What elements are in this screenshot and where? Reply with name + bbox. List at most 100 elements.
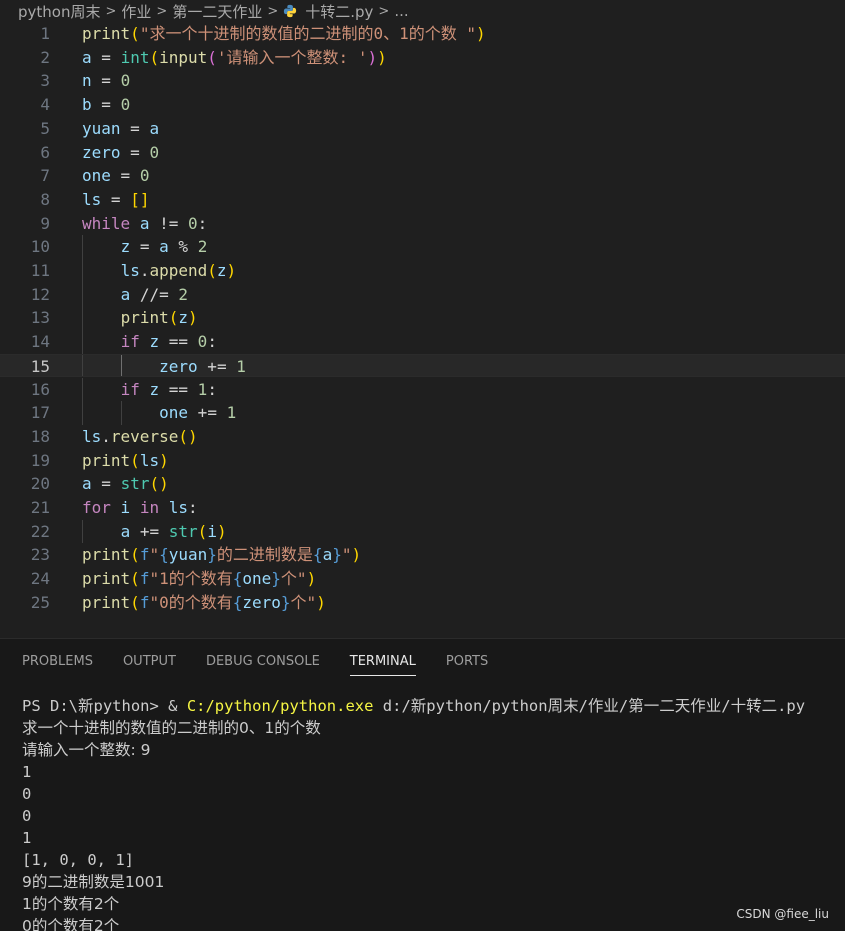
terminal-prompt: PS D:\新python> &: [22, 697, 187, 715]
breadcrumb-item-folder[interactable]: python周末: [18, 1, 100, 22]
code-text: zero += 1: [159, 356, 246, 376]
code-text: ls.reverse(): [82, 426, 198, 446]
chevron-right-icon: >: [378, 3, 390, 19]
breadcrumb-item-folder[interactable]: 第一二天作业: [172, 1, 262, 22]
chevron-right-icon: >: [105, 3, 117, 19]
line-number[interactable]: 1: [0, 22, 50, 46]
breadcrumb-item-file[interactable]: 十转二.py: [305, 1, 373, 22]
code-line[interactable]: 1 print("求一个十进制的数值的二进制的0、1的个数 "): [0, 22, 845, 46]
code-line[interactable]: 17 one += 1: [0, 401, 845, 425]
code-line[interactable]: 3 n = 0: [0, 69, 845, 93]
code-text: b = 0: [82, 95, 131, 115]
code-line[interactable]: 7 one = 0: [0, 164, 845, 188]
terminal-line: [1, 0, 0, 1]: [22, 851, 134, 869]
terminal-line: 1的个数有2个: [22, 895, 120, 913]
terminal-exe-path: C:/python/python.exe: [186, 697, 374, 715]
code-line[interactable]: 15 zero += 1: [0, 353, 845, 379]
line-number[interactable]: 4: [0, 93, 50, 117]
terminal-output[interactable]: PS D:\新python> & C:/python/python.exe d:…: [22, 695, 842, 931]
code-text: a //= 2: [120, 284, 189, 304]
line-number[interactable]: 9: [0, 212, 50, 236]
code-text: a = int(input('请输入一个整数: ')): [82, 47, 387, 67]
watermark: CSDN @fiee_liu: [736, 907, 829, 921]
code-line[interactable]: 25 print(f"0的个数有{zero}个"): [0, 591, 845, 615]
terminal-line: 请输入一个整数: 9: [22, 741, 151, 759]
code-text: a = str(): [82, 474, 169, 494]
code-line[interactable]: 18 ls.reverse(): [0, 425, 845, 449]
code-text: print(f"0的个数有{zero}个"): [82, 592, 326, 612]
line-number[interactable]: 6: [0, 141, 50, 165]
code-editor[interactable]: 1 print("求一个十进制的数值的二进制的0、1的个数 ") 2 a = int(…: [0, 22, 845, 638]
line-number[interactable]: 19: [0, 449, 50, 473]
code-text: if z == 1:: [120, 379, 217, 399]
chevron-right-icon: >: [156, 3, 168, 19]
line-number[interactable]: 13: [0, 306, 50, 330]
code-line[interactable]: 16 if z == 1:: [0, 377, 845, 402]
code-text: one = 0: [82, 166, 150, 186]
code-line[interactable]: 12 a //= 2: [0, 282, 845, 307]
line-number[interactable]: 17: [0, 401, 50, 425]
line-number[interactable]: 7: [0, 164, 50, 188]
code-line[interactable]: 14 if z == 0:: [0, 330, 845, 354]
code-line[interactable]: 22 a += str(i): [0, 519, 845, 544]
code-line[interactable]: 19 print(ls): [0, 449, 845, 473]
line-number[interactable]: 3: [0, 69, 50, 93]
line-number[interactable]: 10: [0, 235, 50, 259]
code-text: one += 1: [159, 403, 237, 423]
line-number[interactable]: 20: [0, 472, 50, 496]
breadcrumb: python周末 > 作业 > 第一二天作业 > 十转二.py > ...: [0, 0, 845, 22]
line-number[interactable]: 5: [0, 117, 50, 141]
bottom-panel: PROBLEMS OUTPUT DEBUG CONSOLE TERMINAL P…: [0, 638, 845, 931]
code-line[interactable]: 11 ls.append(z): [0, 259, 845, 283]
line-number[interactable]: 2: [0, 46, 50, 70]
code-line[interactable]: 6 zero = 0: [0, 141, 845, 165]
terminal-command-line: PS D:\新python> & C:/python/python.exe d:…: [22, 695, 842, 717]
code-line[interactable]: 9 while a != 0:: [0, 212, 845, 236]
code-text: print(ls): [82, 450, 169, 470]
code-text: while a != 0:: [82, 213, 208, 233]
code-line[interactable]: 2 a = int(input('请输入一个整数: ')): [0, 46, 845, 70]
code-text: for i in ls:: [82, 498, 198, 517]
line-number[interactable]: 18: [0, 425, 50, 449]
terminal-line: 0: [22, 807, 32, 825]
breadcrumb-item-folder[interactable]: 作业: [121, 1, 151, 22]
code-line[interactable]: 20 a = str(): [0, 472, 845, 496]
code-text: z = a % 2: [120, 237, 208, 257]
line-number[interactable]: 16: [0, 378, 50, 402]
line-number[interactable]: 8: [0, 188, 50, 212]
code-text: yuan = a: [82, 118, 160, 138]
code-line[interactable]: 21 for i in ls:: [0, 496, 845, 520]
code-line[interactable]: 13 print(z): [0, 306, 845, 331]
line-number[interactable]: 23: [0, 543, 50, 567]
code-text: n = 0: [82, 71, 131, 91]
terminal-line: 0的个数有2个: [22, 917, 120, 931]
terminal-line: 1: [22, 829, 32, 847]
terminal-line: 求一个十进制的数值的二进制的0、1的个数: [22, 719, 321, 737]
python-file-icon: [284, 4, 297, 18]
code-line[interactable]: 23 print(f"{yuan}的二进制数是{a}"): [0, 543, 845, 567]
line-number[interactable]: 14: [0, 330, 50, 354]
code-line[interactable]: 5 yuan = a: [0, 117, 845, 141]
tab-debug-console[interactable]: DEBUG CONSOLE: [206, 639, 320, 685]
terminal-line: 0: [22, 785, 32, 803]
code-line[interactable]: 4 b = 0: [0, 93, 845, 117]
line-number[interactable]: 25: [0, 591, 50, 615]
code-text: print(f"{yuan}的二进制数是{a}"): [82, 545, 362, 565]
breadcrumb-item-symbol[interactable]: ...: [394, 2, 408, 20]
tab-output[interactable]: OUTPUT: [123, 639, 176, 685]
line-number[interactable]: 22: [0, 520, 50, 544]
terminal-line: 9的二进制数是1001: [22, 873, 165, 891]
tab-ports[interactable]: PORTS: [446, 639, 488, 685]
tab-terminal[interactable]: TERMINAL: [349, 639, 417, 685]
line-number[interactable]: 12: [0, 283, 50, 307]
code-line[interactable]: 8 ls = []: [0, 188, 845, 212]
chevron-right-icon: >: [267, 3, 279, 19]
line-number[interactable]: 15: [0, 355, 50, 379]
line-number[interactable]: 11: [0, 259, 50, 283]
code-text: print("求一个十进制的数值的二进制的0、1的个数 "): [82, 24, 486, 43]
code-line[interactable]: 24 print(f"1的个数有{one}个"): [0, 567, 845, 591]
line-number[interactable]: 21: [0, 496, 50, 520]
line-number[interactable]: 24: [0, 567, 50, 591]
tab-problems[interactable]: PROBLEMS: [22, 639, 93, 685]
code-line[interactable]: 10 z = a % 2: [0, 235, 845, 259]
